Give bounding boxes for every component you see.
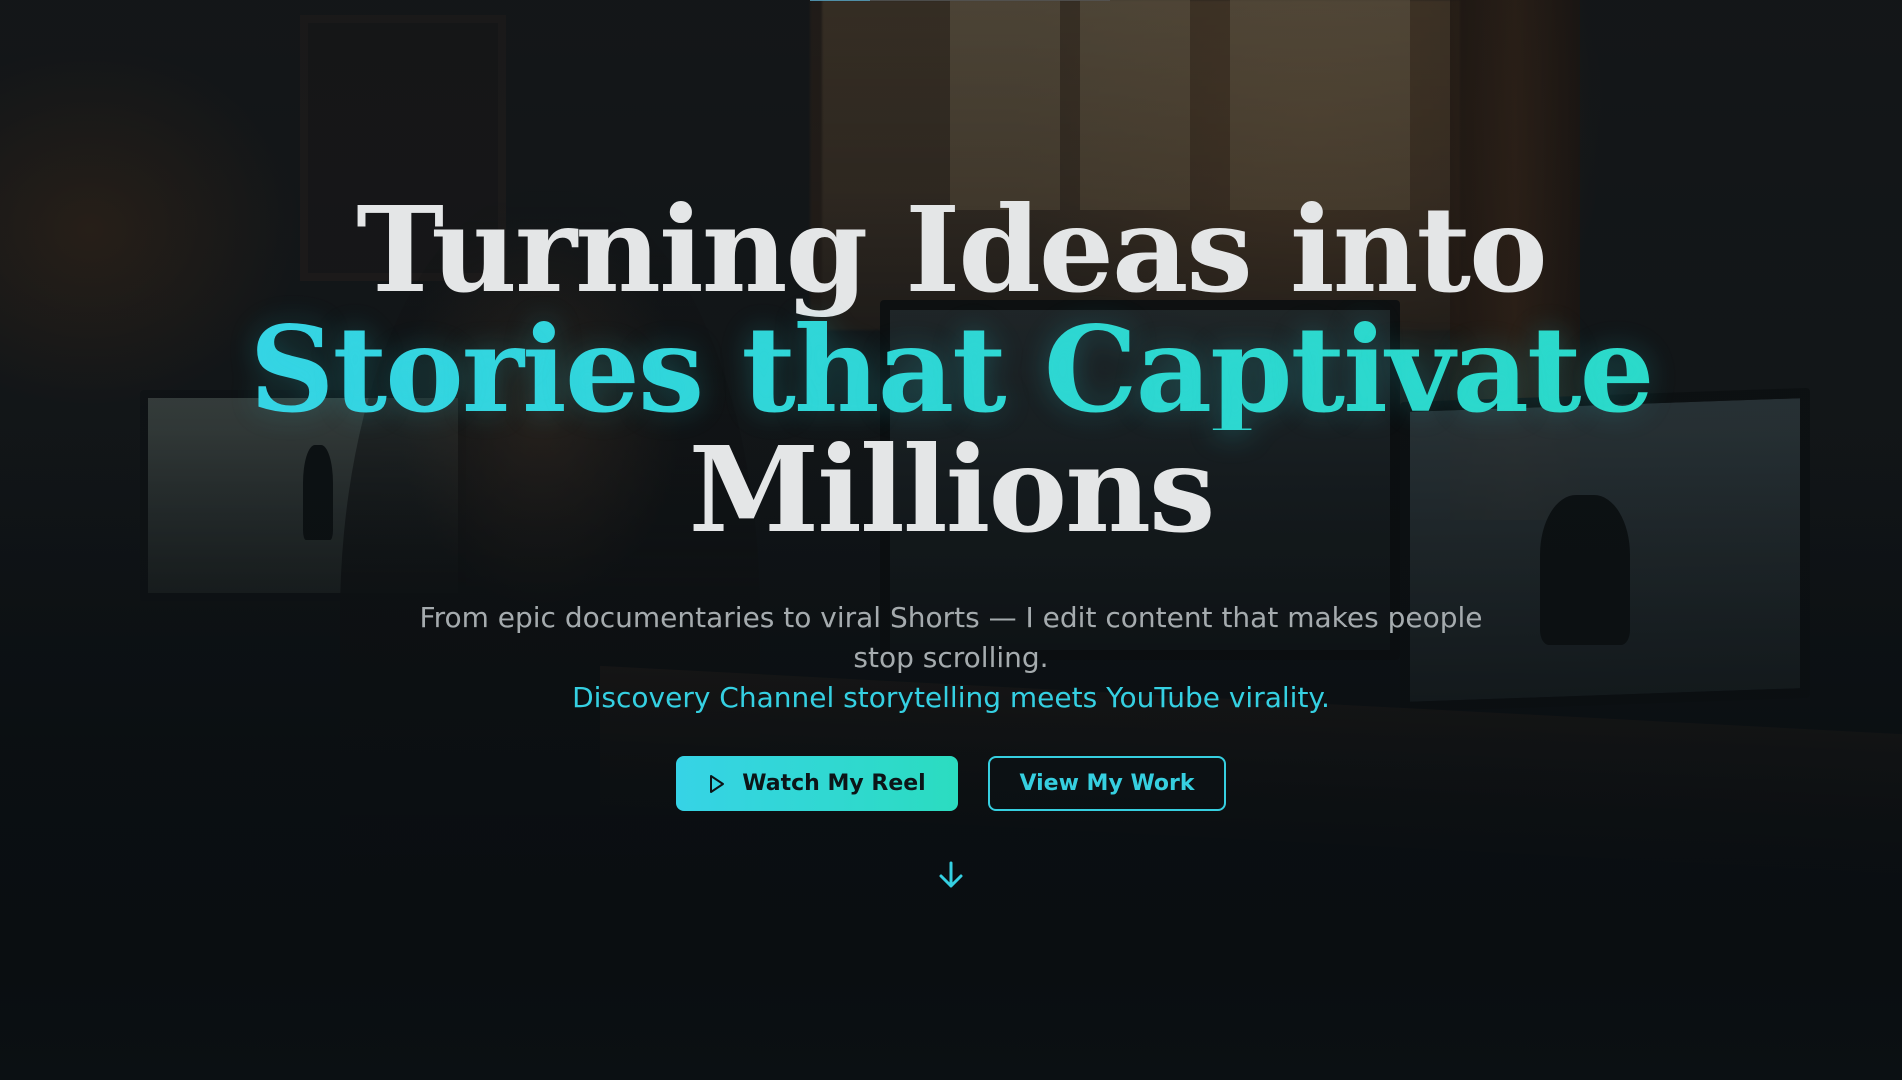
headline-line-1: Turning Ideas into [356, 180, 1548, 319]
hero-cta-group: Watch My Reel View My Work [0, 756, 1902, 811]
watch-reel-button[interactable]: Watch My Reel [676, 756, 958, 811]
hero-section: Turning Ideas into Stories that Captivat… [0, 0, 1902, 1080]
view-work-button[interactable]: View My Work [988, 756, 1226, 811]
view-work-label: View My Work [1019, 771, 1195, 796]
hero-content: Turning Ideas into Stories that Captivat… [0, 190, 1902, 891]
hero-tagline: Discovery Channel storytelling meets You… [572, 681, 1330, 714]
play-icon [708, 774, 726, 794]
top-edge-accent [810, 0, 1110, 1]
arrow-down-icon[interactable] [935, 859, 967, 891]
headline-line-2-accent: Stories that Captivate [0, 310, 1902, 430]
watch-reel-label: Watch My Reel [742, 771, 926, 796]
hero-subtitle: From epic documentaries to viral Shorts … [419, 601, 1483, 674]
headline-line-3: Millions [688, 420, 1216, 559]
hero-headline: Turning Ideas into Stories that Captivat… [0, 190, 1902, 550]
